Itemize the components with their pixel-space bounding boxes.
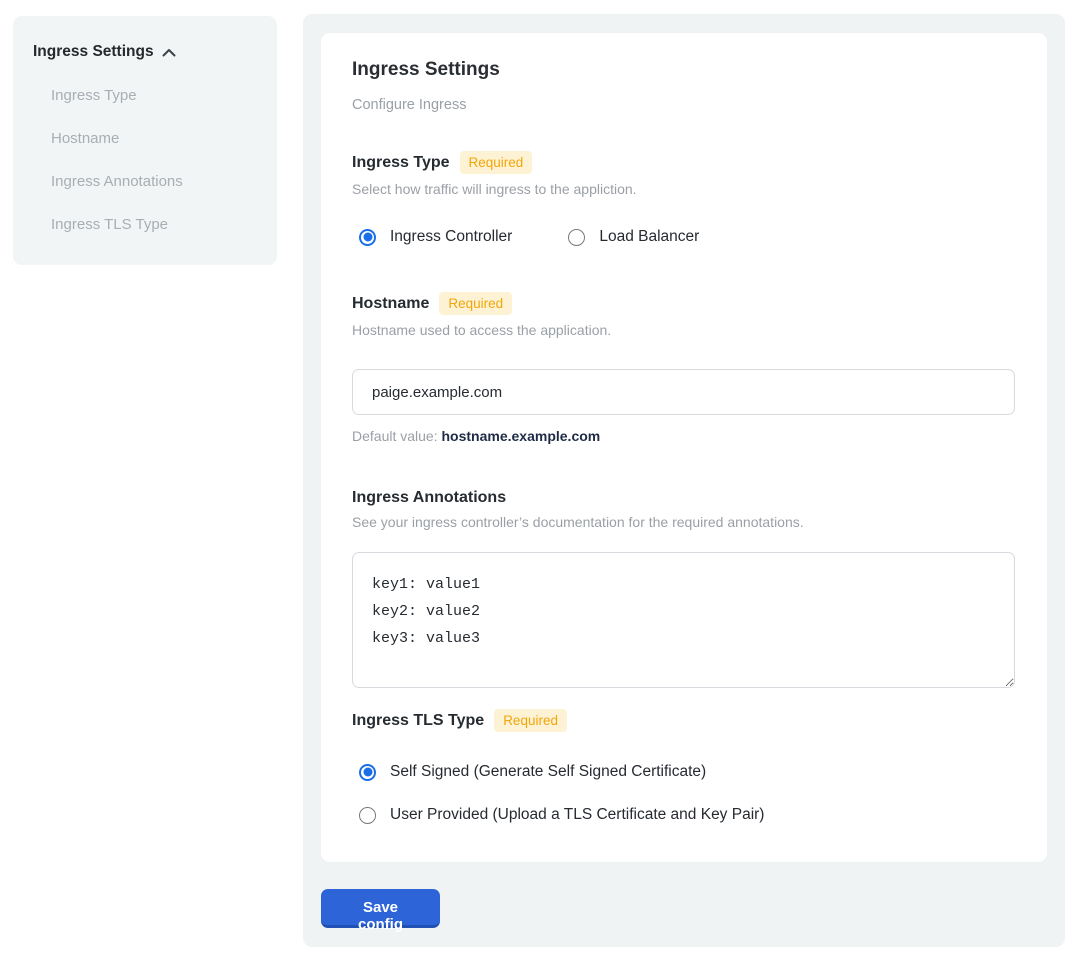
section-ingress-type: Ingress Type Required Select how traffic… — [352, 151, 1015, 246]
sidebar-section-toggle[interactable]: Ingress Settings — [33, 43, 257, 61]
default-value-prefix: Default value: — [352, 428, 442, 444]
radio-unselected-icon[interactable] — [359, 807, 376, 824]
radio-self-signed-label: Self Signed (Generate Self Signed Certif… — [390, 763, 706, 781]
sidebar-item-hostname[interactable]: Hostname — [51, 130, 257, 147]
sidebar-section-title: Ingress Settings — [33, 43, 154, 61]
required-badge: Required — [494, 709, 567, 732]
sidebar-item-ingress-annotations[interactable]: Ingress Annotations — [51, 173, 257, 190]
settings-panel: Ingress Settings Configure Ingress Ingre… — [303, 14, 1065, 947]
ingress-type-description: Select how traffic will ingress to the a… — [352, 181, 1015, 197]
radio-load-balancer-label: Load Balancer — [599, 228, 699, 246]
radio-unselected-icon[interactable] — [568, 229, 585, 246]
ingress-settings-sidebar: Ingress Settings Ingress Type Hostname I… — [13, 16, 277, 265]
page-subtitle: Configure Ingress — [352, 97, 1015, 113]
required-badge: Required — [460, 151, 533, 174]
radio-user-provided[interactable]: User Provided (Upload a TLS Certificate … — [359, 806, 1015, 824]
default-value-text: hostname.example.com — [442, 428, 601, 444]
ingress-type-label: Ingress Type — [352, 154, 450, 172]
radio-ingress-controller[interactable]: Ingress Controller — [359, 228, 512, 246]
required-badge: Required — [439, 292, 512, 315]
chevron-up-icon — [162, 48, 176, 58]
radio-ingress-controller-label: Ingress Controller — [390, 228, 512, 246]
section-ingress-annotations: Ingress Annotations See your ingress con… — [352, 489, 1015, 688]
ingress-settings-card: Ingress Settings Configure Ingress Ingre… — [321, 33, 1047, 862]
radio-self-signed[interactable]: Self Signed (Generate Self Signed Certif… — [359, 763, 1015, 781]
hostname-label: Hostname — [352, 295, 429, 313]
ingress-annotations-description: See your ingress controller’s documentat… — [352, 514, 1015, 530]
radio-selected-icon[interactable] — [359, 764, 376, 781]
hostname-input[interactable] — [352, 369, 1015, 415]
ingress-annotations-textarea[interactable]: key1: value1 key2: value2 key3: value3 — [352, 552, 1015, 688]
save-config-button[interactable]: Save config — [321, 889, 440, 928]
hostname-description: Hostname used to access the application. — [352, 322, 1015, 338]
ingress-tls-type-label: Ingress TLS Type — [352, 712, 484, 730]
section-ingress-tls-type: Ingress TLS Type Required Self Signed (G… — [352, 709, 1015, 824]
ingress-annotations-label: Ingress Annotations — [352, 489, 506, 507]
tls-type-radio-group: Self Signed (Generate Self Signed Certif… — [359, 763, 1015, 824]
sidebar-nav: Ingress Type Hostname Ingress Annotation… — [51, 87, 257, 233]
hostname-default-value: Default value: hostname.example.com — [352, 428, 1015, 444]
sidebar-item-ingress-type[interactable]: Ingress Type — [51, 87, 257, 104]
radio-selected-icon[interactable] — [359, 229, 376, 246]
radio-user-provided-label: User Provided (Upload a TLS Certificate … — [390, 806, 764, 824]
radio-load-balancer[interactable]: Load Balancer — [568, 228, 699, 246]
sidebar-item-ingress-tls-type[interactable]: Ingress TLS Type — [51, 216, 257, 233]
section-hostname: Hostname Required Hostname used to acces… — [352, 292, 1015, 444]
page-title: Ingress Settings — [352, 59, 1015, 81]
ingress-type-radio-group: Ingress Controller Load Balancer — [359, 228, 1015, 246]
